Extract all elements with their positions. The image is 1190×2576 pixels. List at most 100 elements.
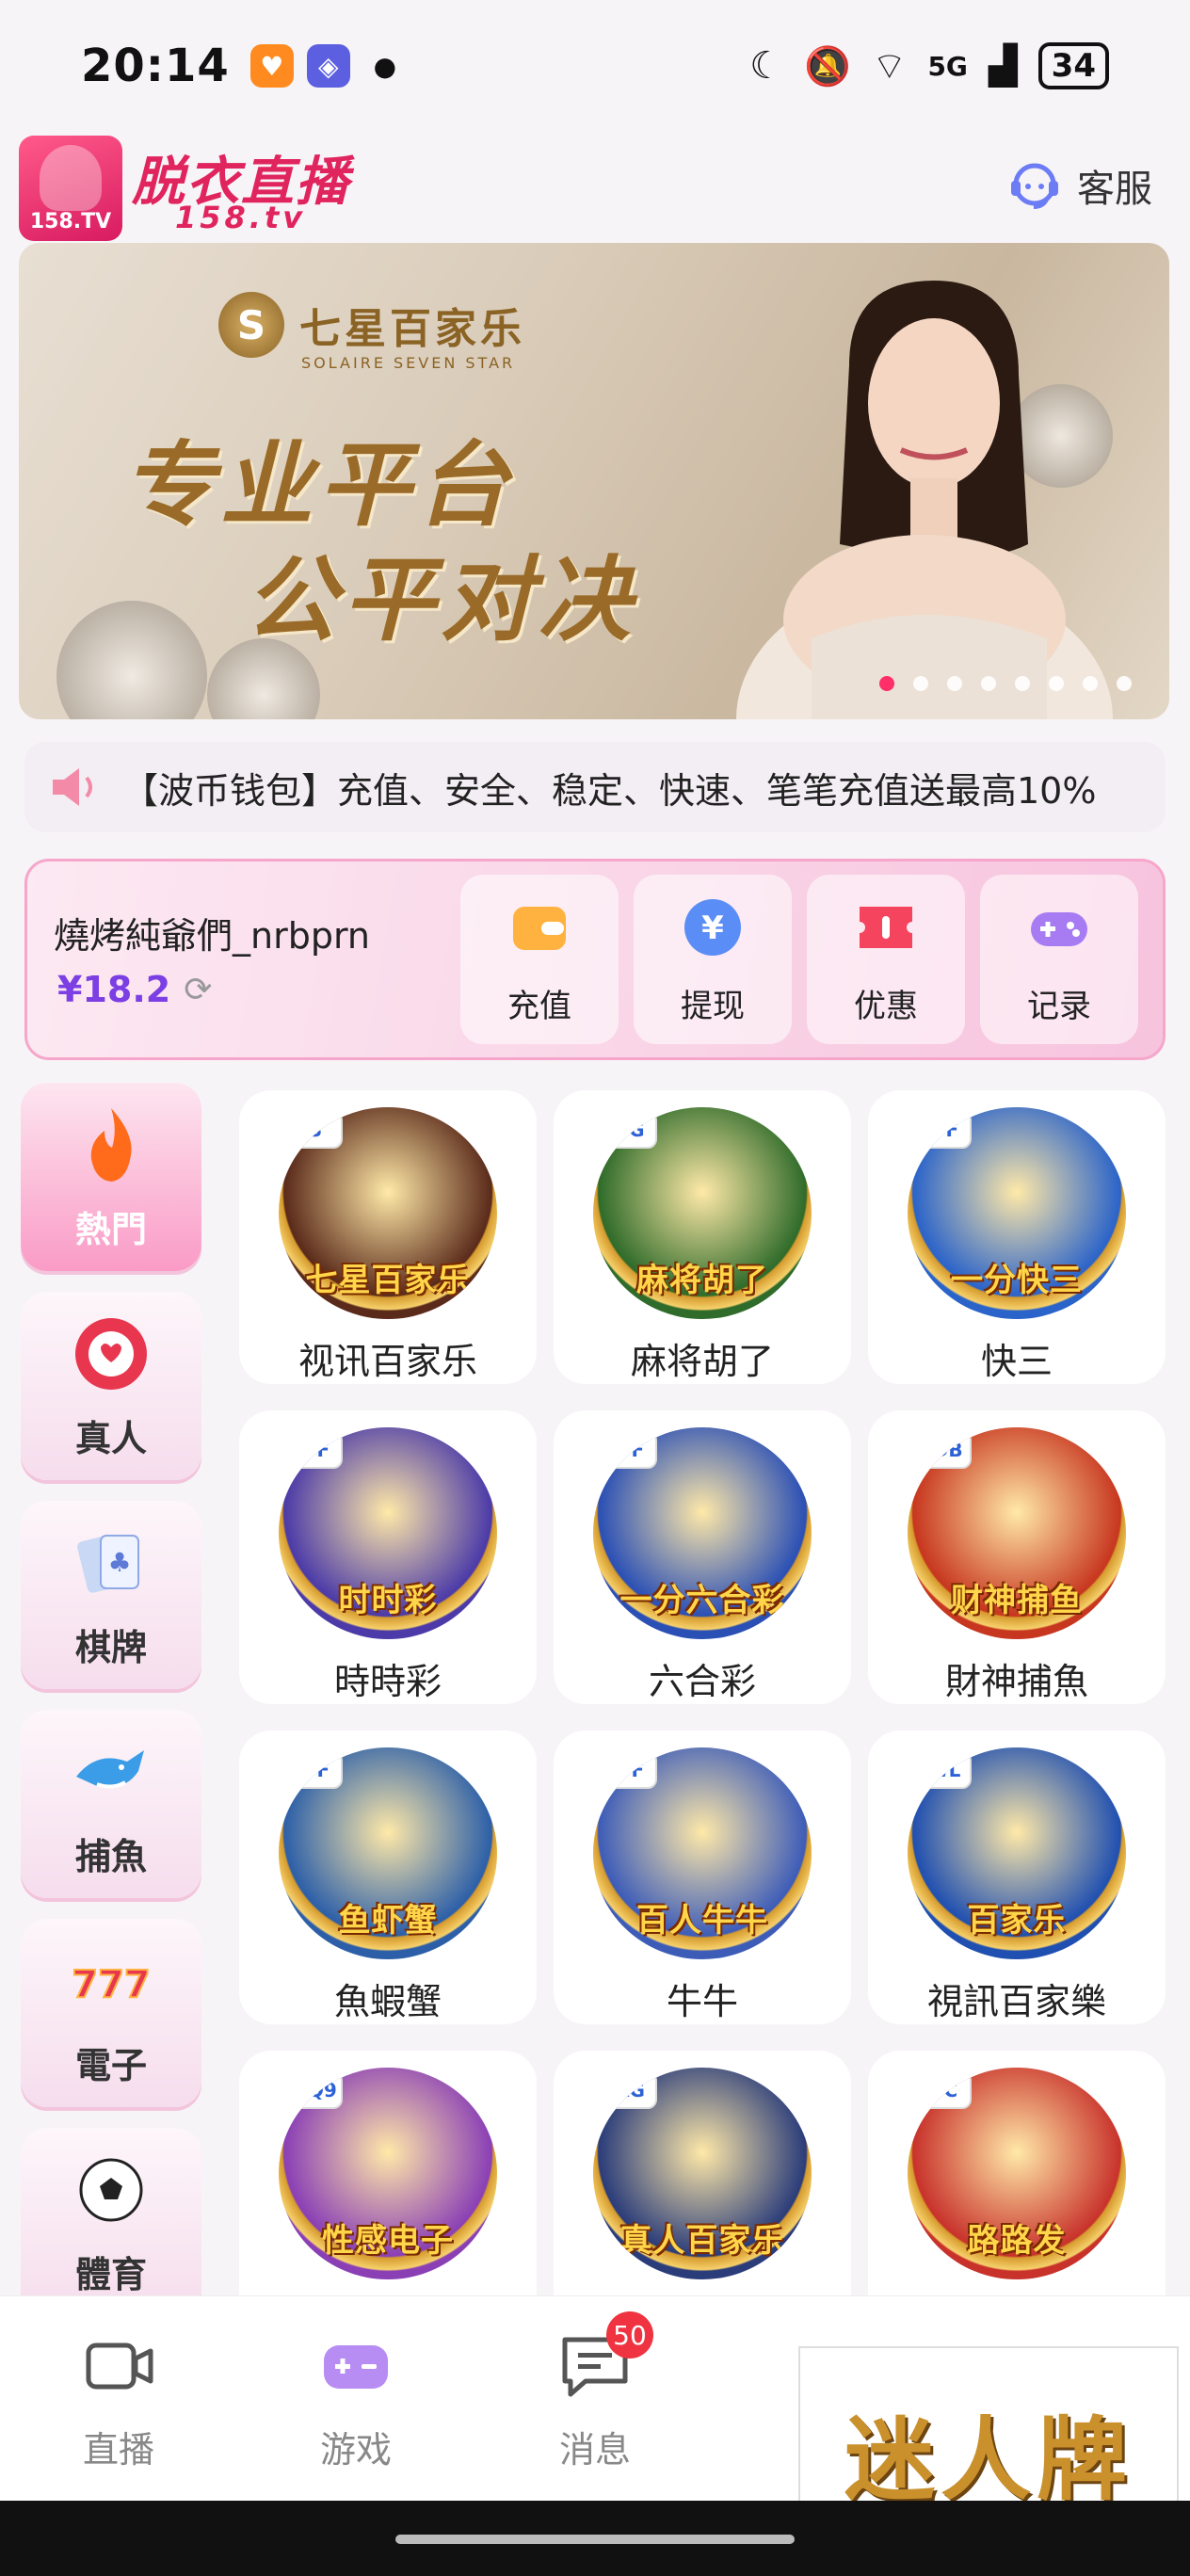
video-camera-icon [86,2343,153,2390]
category-cards[interactable]: ♣ 棋牌 [21,1501,201,1689]
game-art-title: 真人百家乐 [619,2222,785,2260]
customer-service-button[interactable]: 客服 [1005,156,1152,215]
wallet-actions: 充值 ¥ 提现 优惠 记录 [460,875,1138,1044]
withdraw-button[interactable]: ¥ 提现 [634,875,792,1044]
game-art-title: 百家乐 [967,1902,1067,1940]
deposit-button[interactable]: 充值 [460,875,619,1044]
game-card[interactable]: WL 百家乐 視訊百家樂 [868,1731,1166,2024]
status-bar: 20:14 ♥ ◈ ● ☾ 🔕 ⌔ 5G ▟ 34 [0,0,1190,132]
game-card[interactable]: PG 麻将胡了麻将胡了 [554,1090,851,1384]
carousel-dot[interactable] [913,676,928,691]
provider-badge: JDB [917,1431,972,1469]
provider-badge: S [288,1111,343,1149]
nav-label: 游戏 [319,2429,392,2471]
category-hot[interactable]: 熱門 [21,1083,201,1271]
carousel-dot[interactable] [1015,676,1030,691]
status-time: 20:14 [81,40,230,92]
game-art-image: DF 时时彩 [279,1427,497,1639]
app-logo-subtitle: 158.tv [175,200,307,235]
speaker-icon [53,768,92,806]
game-name: 時時彩 [333,1661,442,1702]
game-art-title: 鱼虾蟹 [338,1902,438,1940]
carousel-dot[interactable] [947,676,962,691]
headset-icon [1011,163,1058,209]
category-live[interactable]: 真人 [21,1292,201,1480]
game-art-title: 路路发 [967,2222,1067,2260]
promo-banner-carousel[interactable]: S 七星百家乐 SOLAIRE SEVEN STAR 专业平台 公平对决 [19,243,1169,719]
battery-level: 34 [1051,47,1096,85]
carousel-dot[interactable] [1083,676,1098,691]
balance-amount: ¥18.2 [57,969,171,1010]
game-card[interactable]: DF 时时彩時時彩 [239,1410,537,1704]
provider-badge: DF [288,1751,343,1789]
notification-app-icon: ♥ [249,44,294,88]
provider-badge: DF [603,1431,657,1469]
gamepad-icon [1031,911,1087,946]
app-logo-badge: 158.TV [19,136,122,241]
category-sports[interactable]: 體育 [21,2128,201,2316]
svg-text:¥: ¥ [701,910,724,947]
carousel-dot[interactable] [1049,676,1064,691]
do-not-disturb-icon: ☾ [749,44,784,88]
qq-app-icon: ● [373,50,397,82]
home-indicator[interactable] [395,2535,795,2544]
carousel-dot[interactable] [1117,676,1132,691]
carousel-indicator [879,676,1132,691]
game-art-image: DF 一分六合彩 [593,1427,812,1639]
nav-messages[interactable]: 50 消息 [520,2311,670,2472]
game-art-title: 七星百家乐 [305,1262,471,1299]
nav-live[interactable]: 直播 [43,2328,194,2472]
signal-icon: ▟ [988,44,1018,88]
status-app-icons: ♥ ◈ ● [249,44,407,88]
game-art-title: 时时彩 [338,1582,438,1619]
game-name: 麻将胡了 [630,1341,774,1382]
flame-icon [69,1103,153,1187]
withdraw-label: 提现 [681,987,745,1025]
carousel-dot[interactable] [981,676,996,691]
game-art-title: 财神捕鱼 [951,1582,1083,1619]
status-indicators: ☾ 🔕 ⌔ 5G ▟ 34 [749,42,1109,89]
game-art-image: DF 百人牛牛 [593,1747,812,1959]
announcement-marquee[interactable]: 【波币钱包】充值、安全、稳定、快速、笔笔充值送最高10% [24,742,1166,832]
game-card[interactable]: JDB 财神捕鱼 財神捕魚 [868,1410,1166,1704]
banner-brand: S 七星百家乐 [218,292,525,358]
category-fishing[interactable]: 捕魚 [21,1710,201,1898]
battery-icon: 34 [1037,42,1109,89]
game-art-image: PG 麻将胡了 [593,1107,812,1319]
game-card[interactable]: DF 一分快三 快三 [868,1090,1166,1384]
casino-chip-decoration [56,601,207,719]
casino-chip-icon [69,1312,153,1396]
svg-text:♣: ♣ [107,1547,131,1578]
game-card[interactable]: DF 一分六合彩 六合彩 [554,1410,851,1704]
promotion-button[interactable]: 优惠 [807,875,965,1044]
game-card[interactable]: S 七星百家乐视讯百家乐 [239,1090,537,1384]
deposit-label: 充值 [507,987,571,1025]
banner-brand-english: SOLAIRE SEVEN STAR [301,354,516,372]
game-name: 視訊百家樂 [926,1981,1106,2022]
game-art-image: AG 真人百家乐 [593,2068,812,2279]
app-header: 158.TV 脱衣直播 158.tv 客服 [0,132,1190,245]
playing-cards-icon: ♣ [69,1521,153,1605]
nav-games[interactable]: 游戏 [281,2328,431,2472]
category-slots[interactable]: 777 電子 [21,1919,201,2107]
provider-badge: DF [603,1751,657,1789]
unread-badge: 50 [606,2311,653,2359]
refresh-balance-icon[interactable]: ⟳ [184,971,212,1009]
balance-display: ¥18.2 ⟳ [57,969,212,1010]
message-icon-wrap: 50 [557,2311,653,2404]
announcement-text: 【波币钱包】充值、安全、稳定、快速、笔笔充值送最高10% [122,769,1097,812]
yen-coin-icon: ¥ [684,898,741,956]
game-art-image: S 七星百家乐 [279,1107,497,1319]
system-navigation-bar [0,2501,1190,2576]
ticket-icon [860,906,912,948]
provider-badge: PG [603,1111,657,1149]
category-label: 真人 [74,1417,147,1459]
game-art-title: 一分快三 [951,1262,1083,1299]
nav-label: 直播 [82,2429,154,2471]
game-card[interactable]: DF 鱼虾蟹 魚蝦蟹 [239,1731,537,2024]
game-name: 视讯百家乐 [298,1341,477,1382]
game-card[interactable]: DF 百人牛牛 牛牛 [554,1731,851,2024]
game-art-title: 性感电子 [322,2222,454,2260]
carousel-dot[interactable] [879,676,894,691]
records-button[interactable]: 记录 [980,875,1138,1044]
